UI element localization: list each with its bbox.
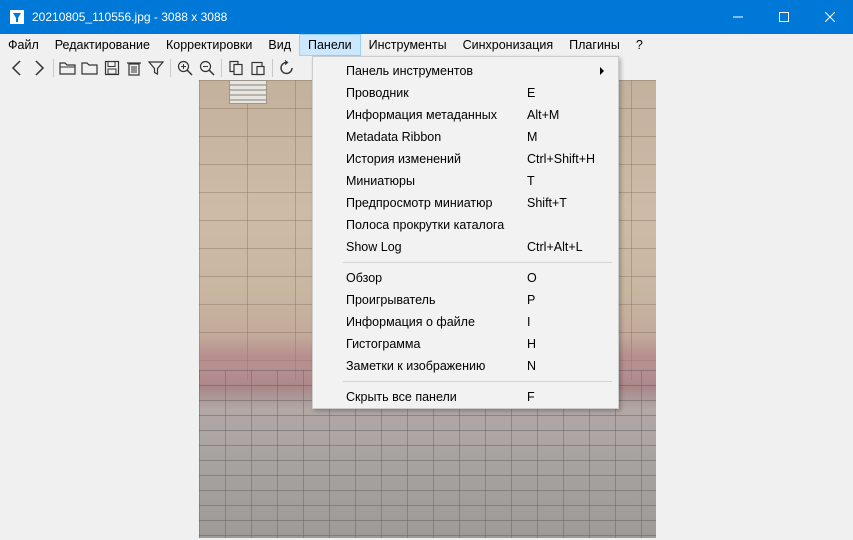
menu-item-toolbar-panel[interactable]: Панель инструментов [313, 60, 618, 82]
menu-item-label: Гистограмма [346, 337, 421, 351]
menu-item-catalog-scrollbar[interactable]: Полоса прокрутки каталога [313, 214, 618, 236]
title-bar: 20210805_110556.jpg - 3088 x 3088 [0, 0, 853, 34]
menu-item-shortcut: N [527, 359, 537, 373]
menu-item-image-notes[interactable]: Заметки к изображению N [313, 355, 618, 377]
menu-item-shortcut: P [527, 293, 536, 307]
menu-item-shortcut: Ctrl+Alt+L [527, 240, 583, 254]
menu-item-label: Информация о файле [346, 315, 475, 329]
menu-item-shortcut: F [527, 390, 535, 404]
app-icon [10, 10, 24, 24]
menu-item-label: Show Log [346, 240, 402, 254]
maximize-icon[interactable] [761, 0, 807, 34]
submenu-arrow-icon [600, 67, 604, 75]
menu-help[interactable]: ? [628, 34, 651, 56]
menu-item-hide-all-panels[interactable]: Скрыть все панели F [313, 386, 618, 408]
zoom-in-icon[interactable] [174, 57, 196, 79]
menu-item-label: Миниатюры [346, 174, 415, 188]
menu-item-label: Предпросмотр миниатюр [346, 196, 493, 210]
window-title: 20210805_110556.jpg - 3088 x 3088 [32, 10, 228, 24]
menu-item-metadata-info[interactable]: Информация метаданных Alt+M [313, 104, 618, 126]
panels-dropdown-menu: Панель инструментов Проводник E Информац… [312, 56, 619, 409]
menu-item-shortcut: O [527, 271, 537, 285]
menu-edit[interactable]: Редактирование [47, 34, 158, 56]
menu-item-player[interactable]: Проигрыватель P [313, 289, 618, 311]
menu-view[interactable]: Вид [260, 34, 299, 56]
forward-icon[interactable] [28, 57, 50, 79]
back-icon[interactable] [6, 57, 28, 79]
toolbar-separator [170, 59, 171, 77]
open-folder-icon[interactable] [57, 57, 79, 79]
menu-item-label: Metadata Ribbon [346, 130, 442, 144]
menu-item-thumbnail-preview[interactable]: Предпросмотр миниатюр Shift+T [313, 192, 618, 214]
menu-item-edit-history[interactable]: История изменений Ctrl+Shift+H [313, 148, 618, 170]
menu-item-thumbnails[interactable]: Миниатюры T [313, 170, 618, 192]
menu-item-shortcut: Ctrl+Shift+H [527, 152, 596, 166]
menu-item-label: Обзор [346, 271, 383, 285]
menu-item-histogram[interactable]: Гистограмма H [313, 333, 618, 355]
menu-item-overview[interactable]: Обзор O [313, 267, 618, 289]
paste-icon[interactable] [247, 57, 269, 79]
menu-item-label: Заметки к изображению [346, 359, 486, 373]
menu-file[interactable]: Файл [0, 34, 47, 56]
menu-item-label: Скрыть все панели [346, 390, 457, 404]
rotate-icon[interactable] [276, 57, 298, 79]
menu-item-label: Проводник [346, 86, 409, 100]
window-controls [715, 0, 853, 34]
menu-item-shortcut: H [527, 337, 537, 351]
menu-item-show-log[interactable]: Show Log Ctrl+Alt+L [313, 236, 618, 258]
menu-item-shortcut: Alt+M [527, 108, 560, 122]
toolbar-separator [53, 59, 54, 77]
folder-icon[interactable] [79, 57, 101, 79]
menu-item-label: Панель инструментов [346, 64, 474, 78]
menu-item-file-info[interactable]: Информация о файле I [313, 311, 618, 333]
menu-tools[interactable]: Инструменты [361, 34, 455, 56]
menu-item-shortcut: Shift+T [527, 196, 567, 210]
menu-item-label: Полоса прокрутки каталога [346, 218, 505, 232]
minimize-icon[interactable] [715, 0, 761, 34]
menu-item-explorer[interactable]: Проводник E [313, 82, 618, 104]
menu-plugins[interactable]: Плагины [561, 34, 628, 56]
filter-icon[interactable] [145, 57, 167, 79]
copy-icon[interactable] [225, 57, 247, 79]
close-icon[interactable] [807, 0, 853, 34]
menu-separator [313, 258, 618, 267]
menu-panels[interactable]: Панели [299, 34, 361, 56]
menu-item-shortcut: I [527, 315, 531, 329]
menu-item-shortcut: E [527, 86, 536, 100]
menu-item-shortcut: M [527, 130, 538, 144]
menu-item-shortcut: T [527, 174, 535, 188]
menu-adjustments[interactable]: Корректировки [158, 34, 260, 56]
delete-icon[interactable] [123, 57, 145, 79]
menu-item-metadata-ribbon[interactable]: Metadata Ribbon M [313, 126, 618, 148]
menu-item-label: История изменений [346, 152, 461, 166]
save-icon[interactable] [101, 57, 123, 79]
toolbar-separator [272, 59, 273, 77]
zoom-out-icon[interactable] [196, 57, 218, 79]
menu-item-label: Проигрыватель [346, 293, 436, 307]
menu-separator [313, 377, 618, 386]
menu-bar: Файл Редактирование Корректировки Вид Па… [0, 34, 853, 56]
toolbar-separator [221, 59, 222, 77]
menu-sync[interactable]: Синхронизация [455, 34, 562, 56]
menu-item-label: Информация метаданных [346, 108, 497, 122]
photo-vent [229, 80, 267, 104]
